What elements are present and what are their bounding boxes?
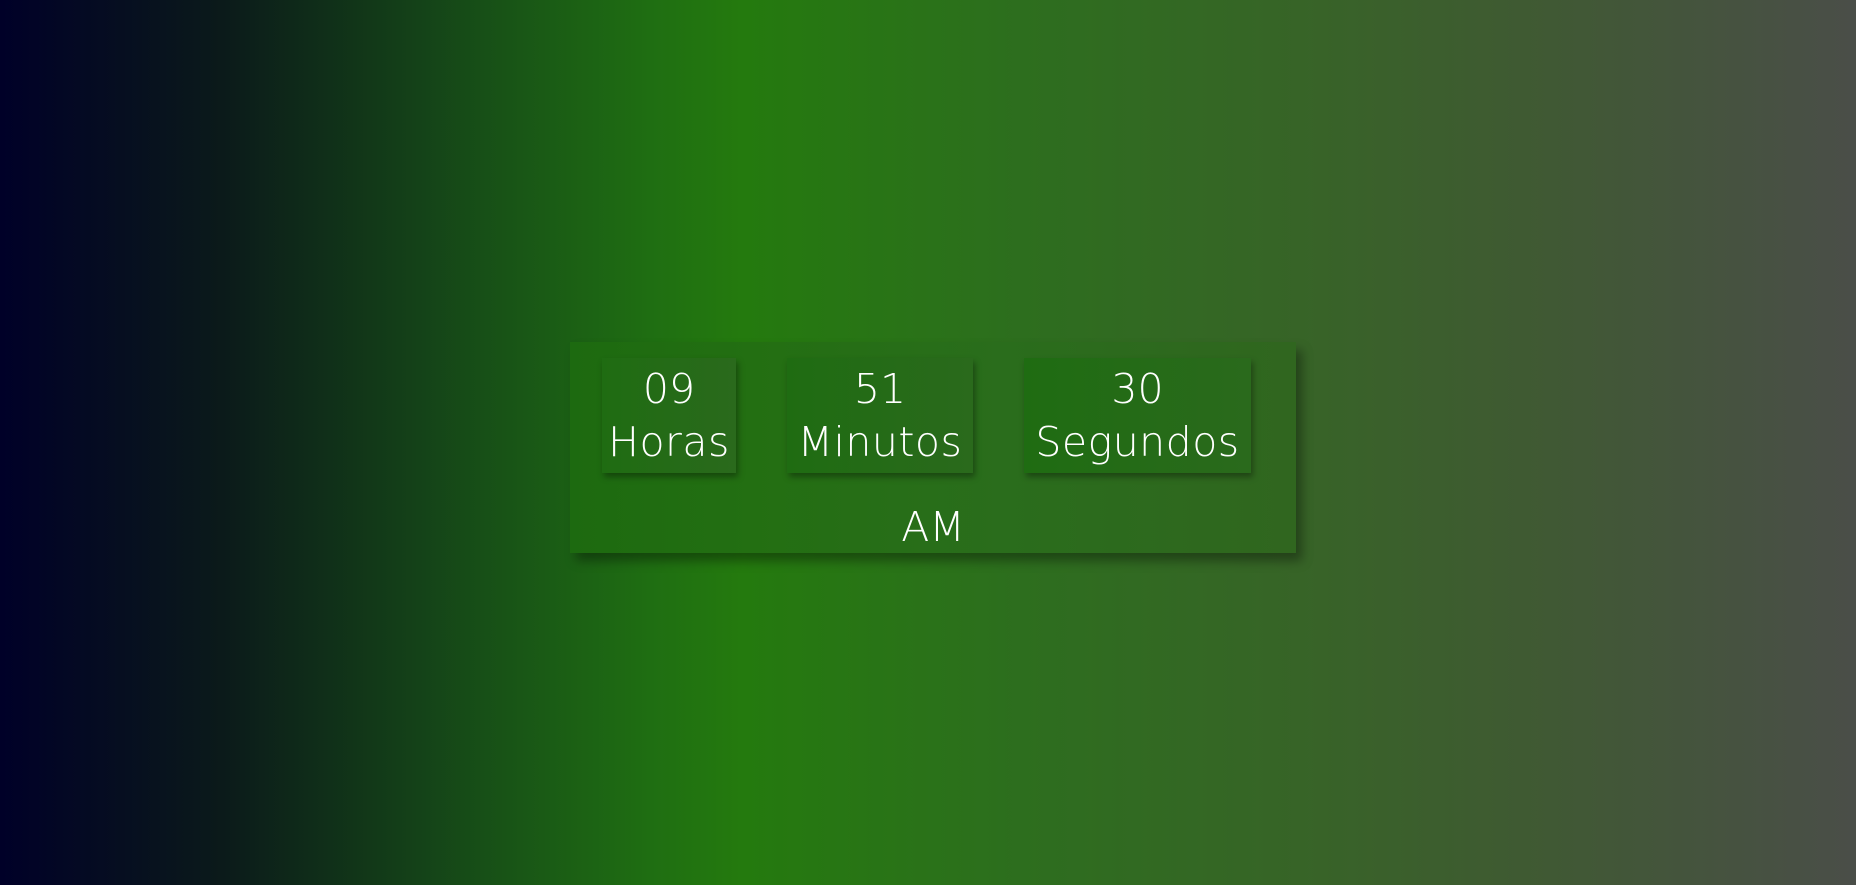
hours-value: 09: [642, 364, 696, 413]
hours-box: 09 Horas: [602, 358, 736, 473]
seconds-value: 30: [1111, 364, 1164, 413]
minutes-box: 51 Minutos: [787, 358, 973, 473]
hours-label: Horas: [608, 417, 730, 466]
am-pm-indicator: AM: [901, 503, 965, 551]
minutes-value: 51: [853, 364, 907, 413]
seconds-label: Segundos: [1035, 417, 1240, 466]
clock-panel: 09 Horas 51 Minutos 30 Segundos AM: [570, 342, 1296, 553]
minutes-label: Minutos: [797, 417, 963, 466]
page-background: { "clock": { "hours": { "value": "09", "…: [0, 0, 1856, 885]
seconds-box: 30 Segundos: [1024, 358, 1251, 473]
